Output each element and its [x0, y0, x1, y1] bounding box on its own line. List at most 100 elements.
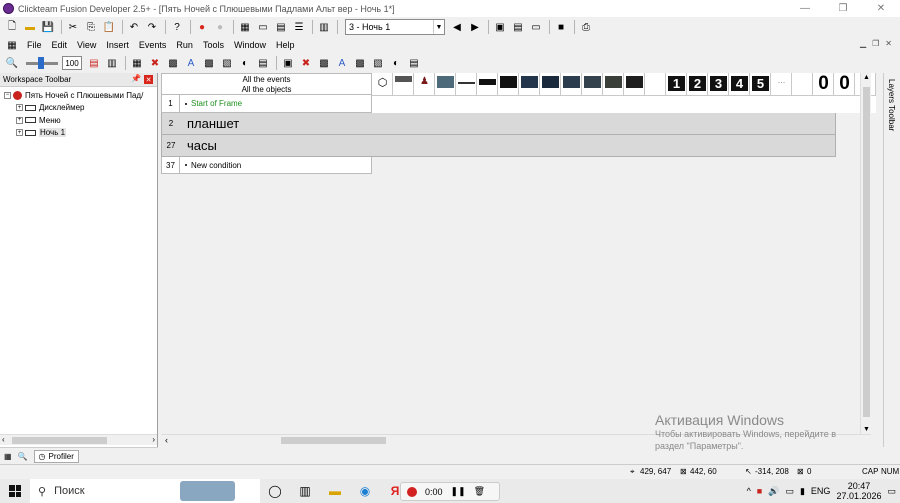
- mdi-restore-icon[interactable]: ❐: [872, 39, 879, 48]
- frame-select[interactable]: 3 - Ночь 1 ▼: [345, 19, 445, 35]
- cut-icon[interactable]: ✂: [65, 19, 81, 35]
- battery-icon[interactable]: ▮: [800, 486, 805, 497]
- highlight-icon[interactable]: ▩: [316, 55, 332, 71]
- disabled-icon[interactable]: ●: [212, 19, 228, 35]
- data-elements-icon[interactable]: ▥: [316, 19, 332, 35]
- object-column-blank2[interactable]: [792, 73, 813, 113]
- object-column-blank[interactable]: [645, 73, 666, 113]
- object-column-obj2[interactable]: [498, 73, 519, 113]
- scroll-thumb[interactable]: [863, 87, 870, 417]
- menu-events[interactable]: Events: [134, 40, 172, 50]
- scroll-up-icon[interactable]: ▲: [863, 74, 870, 81]
- object-column-zero1[interactable]: 0: [813, 73, 834, 113]
- object-column-obj1[interactable]: [477, 73, 498, 113]
- event-row[interactable]: 1 Start of Frame: [161, 95, 372, 113]
- object-column-obj8[interactable]: [624, 73, 645, 113]
- new-file-icon[interactable]: 🗋: [4, 19, 20, 35]
- maximize-button[interactable]: ❐: [824, 0, 862, 17]
- expand-icon[interactable]: +: [16, 116, 23, 124]
- layout-icon[interactable]: ▭: [528, 19, 544, 35]
- chevron-down-icon[interactable]: ▼: [433, 20, 444, 34]
- widgets-icon[interactable]: ▥: [290, 479, 320, 503]
- object-filter-icon[interactable]: ▩: [165, 55, 181, 71]
- scroll-thumb[interactable]: [281, 437, 386, 444]
- scroll-thumb[interactable]: [12, 437, 107, 444]
- menu-file[interactable]: File: [22, 40, 47, 50]
- language-indicator[interactable]: ENG: [811, 486, 831, 496]
- event-group-row[interactable]: 2 планшет: [161, 113, 836, 135]
- tree-frame-night1[interactable]: + Ночь 1: [4, 127, 157, 140]
- frame-editor-icon[interactable]: ▭: [255, 19, 271, 35]
- open-folder-icon[interactable]: ▬: [22, 19, 38, 35]
- next-frame-icon[interactable]: ▶: [467, 19, 483, 35]
- object-column-storyboard[interactable]: [435, 73, 456, 113]
- event-list-icon[interactable]: ☰: [291, 19, 307, 35]
- filter-reset-icon[interactable]: ◐: [237, 55, 253, 71]
- network-icon[interactable]: ▭: [785, 486, 794, 497]
- bookmark-icon[interactable]: ◐: [388, 55, 404, 71]
- pause-icon[interactable]: ❚❚: [451, 486, 466, 497]
- print-icon[interactable]: ⎙: [578, 19, 594, 35]
- menu-help[interactable]: Help: [271, 40, 300, 50]
- tray-app-icon[interactable]: ■: [757, 486, 762, 496]
- file-explorer-icon[interactable]: ▬: [320, 479, 350, 503]
- search-icon[interactable]: 🔍: [18, 452, 28, 461]
- notifications-icon[interactable]: ▭: [887, 486, 896, 497]
- menu-edit[interactable]: Edit: [47, 40, 73, 50]
- previous-frame-icon[interactable]: ◀: [449, 19, 465, 35]
- mdi-minimize-icon[interactable]: ▁: [860, 39, 866, 48]
- delete-event-icon[interactable]: ✖: [147, 55, 163, 71]
- object-column-num2[interactable]: 2: [687, 73, 708, 113]
- object-column-obj7[interactable]: [603, 73, 624, 113]
- scroll-left-icon[interactable]: ‹: [165, 435, 168, 445]
- object-column-timer[interactable]: ♟: [414, 73, 435, 113]
- menu-window[interactable]: Window: [229, 40, 271, 50]
- edge-browser-icon[interactable]: ◉: [350, 479, 380, 503]
- zoom-slider[interactable]: [26, 56, 58, 69]
- insert-event-icon[interactable]: ▦: [129, 55, 145, 71]
- object-column-sound[interactable]: [393, 73, 414, 113]
- stop-icon[interactable]: ●: [194, 19, 210, 35]
- redo-icon[interactable]: ↷: [144, 19, 160, 35]
- menu-run[interactable]: Run: [171, 40, 198, 50]
- volume-icon[interactable]: 🔊: [768, 486, 779, 497]
- storyboard-icon[interactable]: ▦: [237, 19, 253, 35]
- event-editor-icon[interactable]: ▤: [273, 19, 289, 35]
- menu-view[interactable]: View: [72, 40, 101, 50]
- workspace-close-icon[interactable]: ✕: [144, 75, 153, 84]
- copy-icon[interactable]: ⎘: [83, 19, 99, 35]
- object-properties-icon[interactable]: ▣: [492, 19, 508, 35]
- event-condition[interactable]: Start of Frame: [180, 99, 242, 108]
- object-column-special[interactable]: ⬡: [372, 73, 393, 113]
- mdi-close-icon[interactable]: ✕: [885, 39, 892, 48]
- tab-profiler[interactable]: ◷ Profiler: [33, 449, 79, 463]
- event-condition[interactable]: New condition: [180, 161, 241, 170]
- layer-icon[interactable]: ▤: [510, 19, 526, 35]
- comment-icon[interactable]: ▥: [104, 55, 120, 71]
- taskbar-clock[interactable]: 20:47 27.01.2026: [836, 481, 881, 501]
- expand-icon[interactable]: +: [16, 104, 23, 112]
- help-icon[interactable]: ?: [169, 19, 185, 35]
- event-group-row[interactable]: 27 часы: [161, 135, 836, 157]
- object-column-dots[interactable]: …: [771, 73, 792, 113]
- filter-icon[interactable]: ▩: [201, 55, 217, 71]
- paste-icon[interactable]: 📋: [101, 19, 117, 35]
- grid-icon[interactable]: ■: [553, 19, 569, 35]
- record-icon[interactable]: [407, 486, 417, 497]
- undo-icon[interactable]: ↶: [126, 19, 142, 35]
- close-button[interactable]: ✕: [862, 0, 900, 17]
- alterable-strings-icon[interactable]: A: [334, 55, 350, 71]
- filter-remove-icon[interactable]: ▧: [219, 55, 235, 71]
- tree-frame-menu[interactable]: + Меню: [4, 114, 157, 127]
- mdi-icon[interactable]: ▦: [4, 37, 20, 53]
- scroll-right-icon[interactable]: ›: [152, 435, 155, 444]
- zoom-icon[interactable]: 🔍: [4, 55, 20, 71]
- mark-icon[interactable]: ▩: [352, 55, 368, 71]
- object-column-num4[interactable]: 4: [729, 73, 750, 113]
- object-column-obj6[interactable]: [582, 73, 603, 113]
- scroll-left-icon[interactable]: ‹: [2, 435, 5, 444]
- filter-list-icon[interactable]: ▤: [255, 55, 271, 71]
- event-list-editor-icon[interactable]: ▤: [86, 55, 102, 71]
- workspace-hscrollbar[interactable]: ‹ ›: [0, 434, 157, 445]
- unmark-icon[interactable]: ▧: [370, 55, 386, 71]
